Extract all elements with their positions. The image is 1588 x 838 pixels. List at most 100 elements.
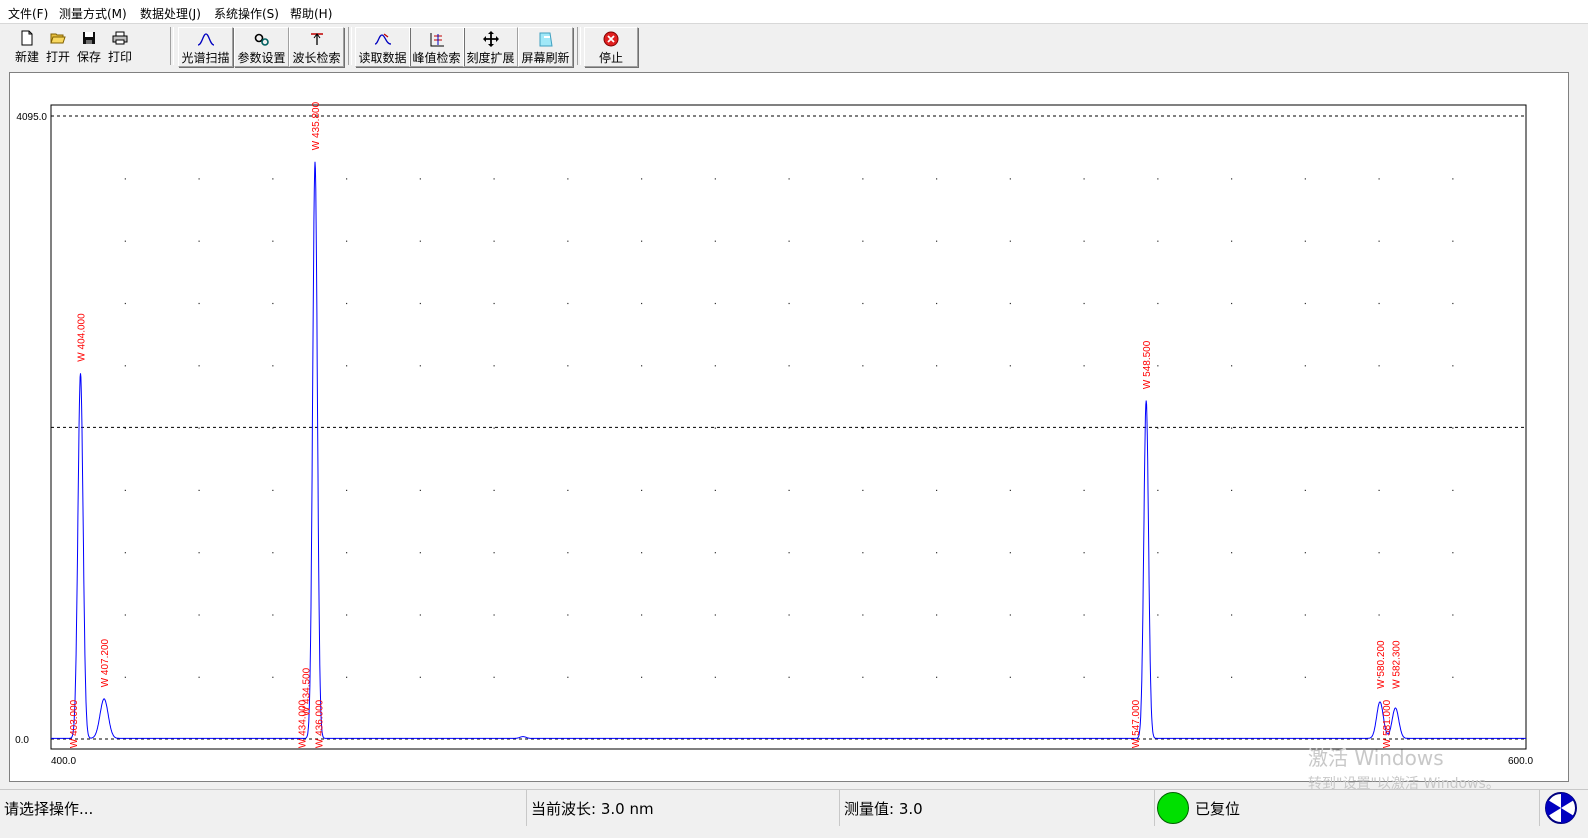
grid-dot — [124, 240, 126, 242]
grid-dot — [346, 489, 348, 491]
grid-dot — [714, 240, 716, 242]
menu-measure-mode[interactable]: 测量方式(M) — [59, 5, 127, 22]
grid-dot — [1157, 240, 1159, 242]
grid-dot — [124, 614, 126, 616]
status-state-text: 已复位 — [1195, 799, 1241, 818]
y-tick-label: 0.0 — [15, 735, 29, 746]
grid-dot — [862, 676, 864, 678]
print-button-label: 打印 — [107, 50, 132, 64]
grid-dot — [936, 178, 938, 180]
grid-dot — [1452, 489, 1454, 491]
wavelength-marker-icon — [309, 31, 325, 47]
grid-dot — [346, 178, 348, 180]
grid-dot — [936, 365, 938, 367]
grid-dot — [1378, 614, 1380, 616]
grid-dot — [419, 240, 421, 242]
grid-dot — [1304, 676, 1306, 678]
grid-dot — [198, 676, 200, 678]
grid-dot — [419, 178, 421, 180]
grid-dot — [1452, 676, 1454, 678]
wavelength-search-label: 波长检索 — [292, 51, 341, 65]
x-tick-label: 600.0 — [1508, 756, 1533, 767]
grid-dot — [788, 240, 790, 242]
save-button[interactable]: 保存 — [74, 27, 104, 65]
parameter-settings-button[interactable]: 参数设置 — [234, 27, 289, 67]
grid-dot — [1304, 365, 1306, 367]
peak-label: W 436.000 — [315, 699, 326, 748]
current-wavelength-text: 当前波长: 3.0 nm — [531, 799, 654, 818]
settings-gears-icon — [253, 31, 271, 47]
grid-dot — [419, 614, 421, 616]
print-button[interactable]: 打印 — [105, 27, 135, 65]
grid-dot — [1231, 427, 1233, 429]
new-button[interactable]: 新建 — [12, 27, 42, 65]
grid-dot — [493, 365, 495, 367]
grid-dot — [124, 302, 126, 305]
grid-dot — [1378, 240, 1380, 242]
peak-search-label: 峰值检索 — [412, 51, 461, 65]
peak-label: W 548.500 — [1142, 340, 1153, 389]
grid-dot — [346, 302, 348, 305]
grid-dot — [936, 614, 938, 616]
save-disk-icon — [82, 30, 96, 46]
scale-expand-button[interactable]: 刻度扩展 — [463, 27, 518, 67]
grid-dot — [1304, 489, 1306, 491]
stop-button[interactable]: 停止 — [584, 27, 638, 67]
grid-dot — [714, 614, 716, 616]
peak-label: W 407.200 — [100, 638, 111, 687]
grid-dot — [493, 240, 495, 242]
windows-activation-watermark: 激活 Windows 转到"设置"以激活 Windows。 — [1308, 742, 1500, 793]
open-button-label: 打开 — [45, 50, 70, 64]
grid-dot — [788, 365, 790, 367]
grid-dot — [788, 302, 790, 305]
grid-dot — [862, 240, 864, 242]
grid-dot — [862, 302, 864, 305]
grid-dot — [862, 178, 864, 180]
peak-label: W 547.000 — [1131, 699, 1142, 748]
grid-dot — [346, 365, 348, 367]
wavelength-search-button[interactable]: 波长检索 — [289, 27, 344, 67]
peak-search-button[interactable]: 峰值检索 — [409, 27, 464, 67]
grid-dot — [567, 552, 569, 554]
grid-dot — [1009, 614, 1011, 616]
peak-label: W 435.800 — [311, 101, 322, 150]
grid-dot — [1083, 178, 1085, 180]
grid-dot — [124, 552, 126, 554]
grid-dot — [272, 302, 274, 305]
status-prompt-text: 请选择操作... — [4, 799, 94, 818]
activity-icon — [1541, 790, 1581, 826]
read-data-button[interactable]: 读取数据 — [355, 27, 410, 67]
grid-dot — [1231, 365, 1233, 367]
printer-icon — [112, 30, 128, 46]
grid-dot — [272, 240, 274, 242]
toolbar-separator — [170, 27, 174, 65]
grid-dot — [936, 302, 938, 305]
menu-data-processing[interactable]: 数据处理(J) — [140, 5, 201, 22]
peak-search-icon — [429, 31, 445, 47]
peak-label: W 580.200 — [1376, 640, 1387, 689]
grid-dot — [272, 178, 274, 180]
grid-dot — [641, 365, 643, 367]
grid-dot — [641, 676, 643, 678]
status-led-indicator — [1157, 792, 1189, 824]
scale-expand-label: 刻度扩展 — [466, 51, 515, 65]
grid-dot — [1009, 240, 1011, 242]
grid-dot — [1304, 552, 1306, 554]
screen-refresh-button[interactable]: 屏幕刷新 — [518, 27, 573, 67]
open-button[interactable]: 打开 — [43, 27, 73, 65]
grid-dot — [1083, 489, 1085, 491]
grid-dot — [493, 552, 495, 554]
grid-dot — [1304, 302, 1306, 305]
grid-dot — [1009, 552, 1011, 554]
menu-system-operation[interactable]: 系统操作(S) — [214, 5, 279, 22]
grid-dot — [1231, 614, 1233, 616]
grid-dot — [346, 676, 348, 678]
menu-file[interactable]: 文件(F) — [8, 5, 48, 22]
grid-dot — [641, 178, 643, 180]
spectrum-scan-button[interactable]: 光谱扫描 — [178, 27, 233, 67]
stop-button-label: 停止 — [598, 51, 623, 65]
grid-dot — [1452, 552, 1454, 554]
grid-dot — [1231, 489, 1233, 491]
screen-refresh-label: 屏幕刷新 — [521, 51, 570, 65]
menu-help[interactable]: 帮助(H) — [290, 5, 332, 22]
